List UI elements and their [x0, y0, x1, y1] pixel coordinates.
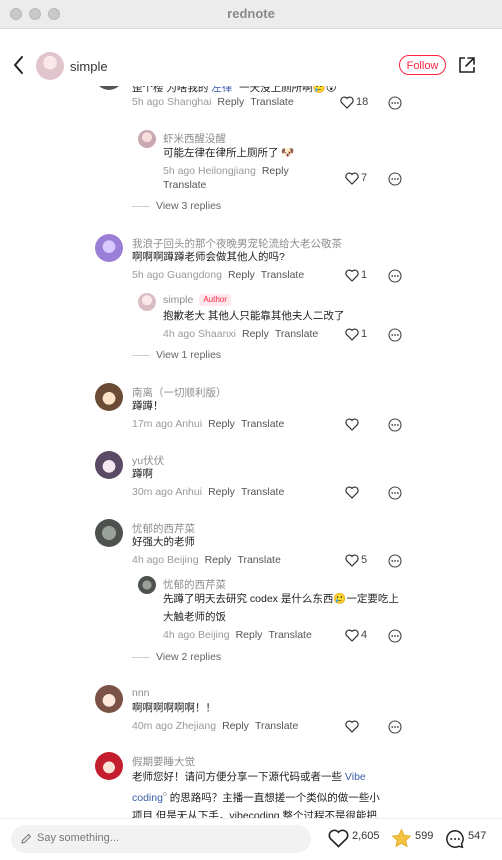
more-options-icon[interactable]: [388, 720, 402, 734]
heart-icon: [345, 418, 359, 431]
translate-button[interactable]: Translate: [261, 269, 304, 281]
reply-button[interactable]: Reply: [217, 96, 244, 108]
like-count: 2,605: [352, 830, 380, 842]
commenter-avatar[interactable]: [95, 451, 123, 479]
like-count: 1: [361, 269, 368, 281]
author-badge: Author: [199, 294, 231, 306]
commenter-name[interactable]: nnn: [132, 687, 150, 699]
commenter-avatar[interactable]: [95, 519, 123, 547]
commenter-avatar[interactable]: [138, 130, 156, 148]
comment-input[interactable]: Say something...: [11, 825, 311, 853]
collect-count: 599: [415, 830, 434, 842]
follow-button[interactable]: Follow: [399, 55, 446, 75]
back-arrow-icon[interactable]: [10, 54, 28, 76]
comment-meta: 40m ago Zhejiang Reply Translate: [132, 720, 299, 732]
more-options-icon[interactable]: [388, 554, 402, 568]
more-options-icon[interactable]: [388, 629, 402, 643]
translate-button[interactable]: Translate: [268, 629, 311, 641]
heart-icon: [345, 328, 359, 341]
comment-meta: 4h ago Beijing Reply Translate: [132, 554, 281, 566]
view-replies-link[interactable]: View 1 replies: [132, 349, 221, 361]
comment-text: 蹲啊: [132, 468, 153, 480]
reply-button[interactable]: Reply: [208, 486, 235, 498]
star-icon[interactable]: [391, 828, 412, 849]
comment-meta: 30m ago Anhui Reply Translate: [132, 486, 285, 498]
comment-input-placeholder: Say something...: [37, 832, 119, 844]
reply-button[interactable]: Reply: [236, 629, 263, 641]
commenter-avatar[interactable]: [138, 576, 156, 594]
heart-icon: [340, 96, 354, 109]
translate-button[interactable]: Translate: [250, 96, 293, 108]
more-options-icon[interactable]: [388, 96, 402, 110]
comment-text: 抱歉老大 其他人只能靠其他夫人二改了: [163, 310, 345, 322]
commenter-avatar[interactable]: [95, 86, 123, 90]
translate-button[interactable]: Translate: [237, 554, 280, 566]
like-count: 4: [361, 629, 368, 641]
comment-meta: 4h ago Beijing Reply Translate: [163, 629, 312, 641]
author-name[interactable]: simple: [70, 59, 108, 74]
comment-text: 啊啊啊蹲蹲老师会做其他人的吗?: [132, 251, 285, 263]
translate-button[interactable]: Translate: [163, 179, 206, 191]
commenter-avatar[interactable]: [95, 383, 123, 411]
comment-meta: 5h ago Guangdong Reply Translate: [132, 269, 305, 281]
more-options-icon[interactable]: [388, 486, 402, 500]
commenter-avatar[interactable]: [95, 234, 123, 262]
reply-button[interactable]: Reply: [205, 554, 232, 566]
more-options-icon[interactable]: [388, 328, 402, 342]
comment-text: 老师您好！请问方便分享一下源代码或者一些 Vibe codingo 的思路吗？主…: [132, 771, 380, 818]
commenter-avatar[interactable]: [138, 293, 156, 311]
translate-button[interactable]: Translate: [275, 328, 318, 340]
pencil-icon: [21, 833, 32, 844]
bottom-action-bar: Say something... 2,605 599 547: [0, 818, 502, 860]
comment-meta: 4h ago Shaanxi Reply Translate: [163, 328, 319, 340]
window-title: rednote: [227, 6, 275, 21]
more-options-icon[interactable]: [388, 418, 402, 432]
translate-button[interactable]: Translate: [241, 418, 284, 430]
more-options-icon[interactable]: [388, 172, 402, 186]
heart-icon[interactable]: [328, 829, 349, 848]
like-count: 7: [361, 172, 368, 184]
comment-meta: 5h ago Shanghai Reply Translate: [132, 96, 294, 108]
reply-button[interactable]: Reply: [228, 269, 255, 281]
keyword-link[interactable]: 左律: [211, 86, 232, 94]
like-count: 5: [361, 554, 368, 566]
commenter-name: simple Author: [163, 294, 231, 306]
translate-button[interactable]: Translate: [255, 720, 298, 732]
view-replies-link[interactable]: View 2 replies: [132, 651, 221, 663]
heart-icon: [345, 629, 359, 642]
heart-icon: [345, 486, 359, 499]
comment-meta: 17m ago Anhui Reply Translate: [132, 418, 285, 430]
comment-bubble-icon[interactable]: [445, 829, 465, 849]
heart-icon: [345, 554, 359, 567]
commenter-name[interactable]: 假期要睡大觉: [132, 754, 195, 769]
window-titlebar: rednote: [0, 0, 502, 29]
translate-button[interactable]: Translate: [241, 486, 284, 498]
post-header: simple Follow: [0, 46, 502, 86]
comment-meta-translate: Translate: [163, 179, 206, 191]
reply-button[interactable]: Reply: [242, 328, 269, 340]
like-count: 1: [361, 328, 368, 340]
heart-icon: [345, 269, 359, 282]
comment-meta: 5h ago Heilongjiang Reply: [163, 165, 289, 177]
reply-button[interactable]: Reply: [208, 418, 235, 430]
comment-text: 好强大的老师: [132, 536, 195, 548]
more-options-icon[interactable]: [388, 269, 402, 283]
commenter-avatar[interactable]: [95, 685, 123, 713]
commenter-avatar[interactable]: [95, 752, 123, 780]
comment-text: 蹲蹲！: [132, 400, 164, 412]
comments-feed[interactable]: 歪个楼 为啥我的 左律o 一天没上厕所啊🥲😮 5h ago ShanghaiRe…: [0, 86, 502, 818]
comment-text: 先蹲了明天去研究 codex 是什么东西🥲一定要吃上大触老师的饭: [163, 593, 399, 623]
share-icon[interactable]: [458, 56, 476, 74]
comment-text: 啊啊啊啊啊啊！！: [132, 702, 216, 714]
view-replies-link[interactable]: View 3 replies: [132, 200, 221, 212]
author-avatar[interactable]: [36, 52, 64, 80]
heart-icon: [345, 720, 359, 733]
like-count: 18: [356, 96, 369, 108]
commenter-username[interactable]: simple: [163, 294, 193, 306]
reply-button[interactable]: Reply: [262, 165, 289, 177]
heart-icon: [345, 172, 359, 185]
comment-text: 可能左律在律所上厕所了 🐶: [163, 147, 295, 159]
reply-button[interactable]: Reply: [222, 720, 249, 732]
comment-count: 547: [468, 830, 487, 842]
